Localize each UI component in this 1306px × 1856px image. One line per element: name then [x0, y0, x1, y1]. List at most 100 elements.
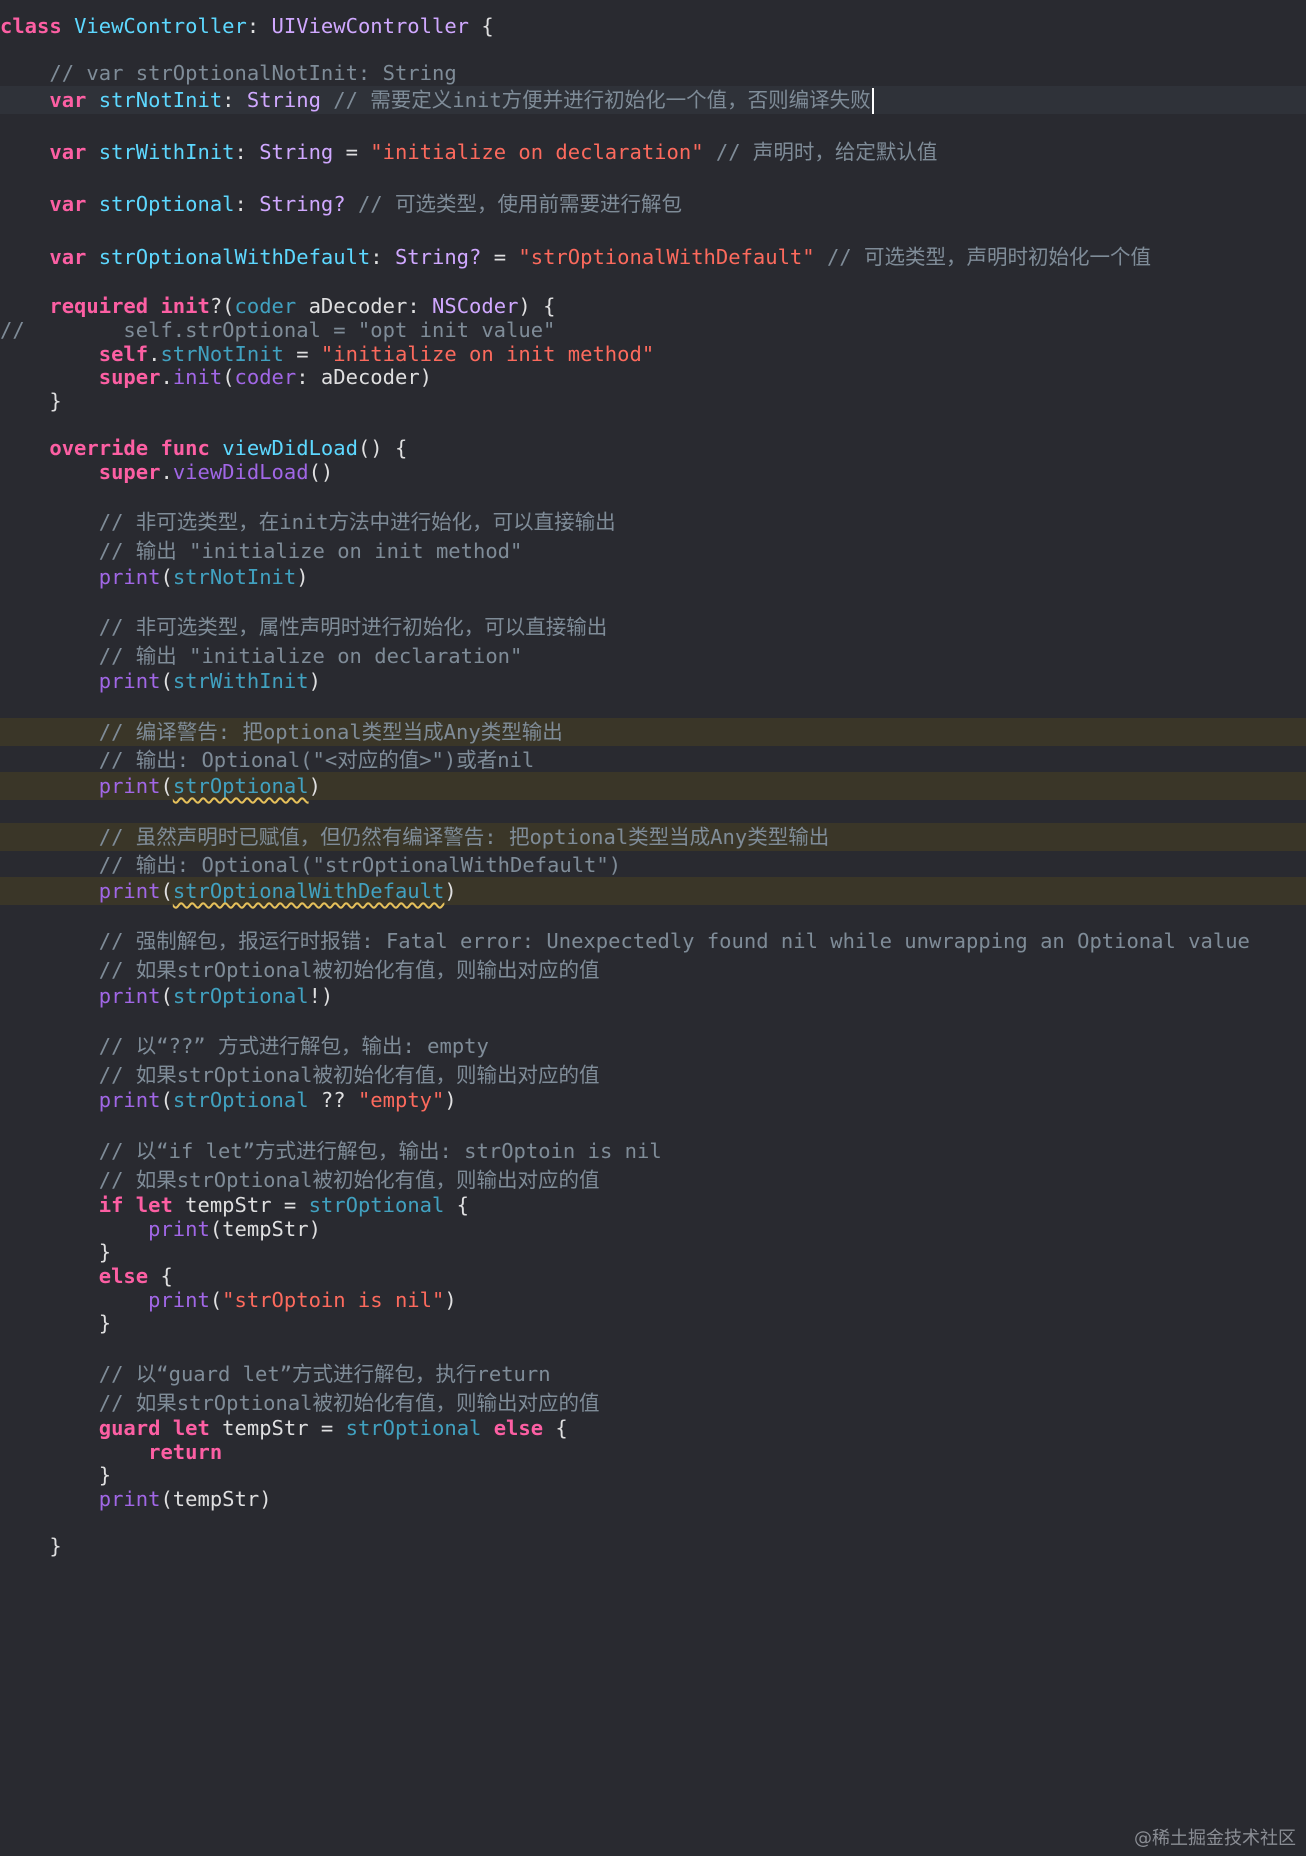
code-token: let: [135, 1193, 173, 1217]
code-token: :: [234, 192, 260, 216]
code-line[interactable]: // 如果strOptional被初始化有值，则输出对应的值: [0, 1061, 1306, 1089]
code-line[interactable]: }: [0, 1309, 1306, 1337]
code-token: String?: [394, 245, 482, 269]
code-line[interactable]: // 以“??” 方式进行解包，输出: empty: [0, 1032, 1306, 1060]
code-line[interactable]: // 输出: Optional("strOptionalWithDefault"…: [0, 851, 1306, 879]
code-line[interactable]: print(strWithInit): [0, 667, 1306, 695]
code-line[interactable]: // 如果strOptional被初始化有值，则输出对应的值: [0, 1389, 1306, 1417]
code-token: strWithInit: [172, 669, 309, 693]
code-line[interactable]: print(strOptional ?? "empty"): [0, 1086, 1306, 1114]
code-line[interactable]: super.viewDidLoad(): [0, 458, 1306, 486]
code-line[interactable]: // 编译警告: 把optional类型当成Any类型输出: [0, 718, 1306, 746]
code-token: init: [160, 294, 210, 318]
code-line[interactable]: // 非可选类型，属性声明时进行初始化，可以直接输出: [0, 613, 1306, 641]
code-token: super: [98, 365, 161, 389]
code-token: {: [543, 1416, 568, 1440]
code-token: strOptional: [172, 984, 309, 1008]
code-token: (tempStr): [160, 1487, 272, 1511]
code-token: // 如果strOptional被初始化有值，则输出对应的值: [0, 1063, 600, 1087]
code-token: ): [296, 565, 309, 589]
code-line[interactable]: print(strOptionalWithDefault): [0, 877, 1306, 905]
code-token: coder: [234, 294, 297, 318]
code-line[interactable]: // 输出: Optional("<对应的值>")或者nil: [0, 746, 1306, 774]
code-token: strOptionalWithDefault: [172, 879, 445, 903]
code-line[interactable]: }: [0, 387, 1306, 415]
code-token: strNotInit: [172, 565, 297, 589]
code-token: ViewController: [74, 14, 247, 38]
code-token: ): [308, 774, 321, 798]
code-token: "initialize on declaration": [370, 140, 704, 164]
code-token: =: [481, 245, 519, 269]
code-line[interactable]: // 输出 "initialize on declaration": [0, 642, 1306, 670]
code-token: }: [0, 1534, 62, 1558]
code-line[interactable]: // var strOptionalNotInit: String: [0, 59, 1306, 87]
code-token: .: [160, 365, 173, 389]
code-token: // 声明时，给定默认值: [703, 140, 938, 164]
code-token: // 非可选类型，属性声明时进行初始化，可以直接输出: [0, 615, 608, 639]
code-token: (: [160, 669, 173, 693]
code-token: // 以“guard let”方式进行解包，执行return: [0, 1362, 551, 1386]
code-line[interactable]: class ViewController: UIViewController {: [0, 12, 1306, 40]
code-token: strOptional: [172, 1088, 309, 1112]
code-token: strNotInit: [98, 88, 223, 112]
code-token: ) {: [518, 294, 556, 318]
code-line[interactable]: // 强制解包，报运行时报错: Fatal error: Unexpectedl…: [0, 927, 1306, 955]
text-cursor: [871, 88, 874, 114]
code-token: String: [246, 88, 321, 112]
code-token: required: [49, 294, 149, 318]
code-token: viewDidLoad: [172, 460, 309, 484]
code-token: ??: [308, 1088, 358, 1112]
code-token: class: [0, 14, 62, 38]
code-token: strWithInit: [98, 140, 235, 164]
code-line[interactable]: // 以“if let”方式进行解包，输出: strOptoin is nil: [0, 1137, 1306, 1165]
code-token: (: [160, 1088, 173, 1112]
code-token: ?(: [209, 294, 235, 318]
code-token: strOptional: [172, 774, 309, 798]
code-line[interactable]: var strNotInit: String // 需要定义init方便并进行初…: [0, 86, 1306, 114]
code-token: print: [98, 1487, 161, 1511]
code-token: init: [172, 365, 223, 389]
code-line[interactable]: // 输出 "initialize on init method": [0, 537, 1306, 565]
code-token: // 输出 "initialize on init method": [0, 539, 523, 563]
code-line[interactable]: }: [0, 1532, 1306, 1560]
code-line[interactable]: print(strNotInit): [0, 563, 1306, 591]
code-line[interactable]: // 以“guard let”方式进行解包，执行return: [0, 1360, 1306, 1388]
code-token: .: [160, 460, 173, 484]
code-line[interactable]: var strWithInit: String = "initialize on…: [0, 138, 1306, 166]
code-line[interactable]: var strOptionalWithDefault: String? = "s…: [0, 243, 1306, 271]
code-line[interactable]: print(strOptional): [0, 772, 1306, 800]
code-token: strOptional: [345, 1416, 482, 1440]
code-line[interactable]: // 如果strOptional被初始化有值，则输出对应的值: [0, 956, 1306, 984]
code-line[interactable]: print(strOptional!): [0, 982, 1306, 1010]
code-token: "empty": [357, 1088, 445, 1112]
code-token: // 需要定义init方便并进行初始化一个值，否则编译失败: [320, 88, 871, 112]
code-token: {: [469, 14, 494, 38]
code-line[interactable]: print(tempStr): [0, 1485, 1306, 1513]
code-token: ): [444, 1088, 457, 1112]
code-line[interactable]: // 非可选类型，在init方法中进行始化，可以直接输出: [0, 508, 1306, 536]
code-editor[interactable]: class ViewController: UIViewController {…: [0, 0, 1306, 1856]
code-token: // 输出: Optional("strOptionalWithDefault"…: [0, 853, 622, 877]
code-token: // var strOptionalNotInit: String: [0, 61, 457, 85]
code-line[interactable]: // 虽然声明时已赋值，但仍然有编译警告: 把optional类型当成Any类型…: [0, 823, 1306, 851]
code-line[interactable]: var strOptional: String? // 可选类型，使用前需要进行…: [0, 190, 1306, 218]
code-line[interactable]: // 如果strOptional被初始化有值，则输出对应的值: [0, 1166, 1306, 1194]
code-token: (: [160, 774, 173, 798]
